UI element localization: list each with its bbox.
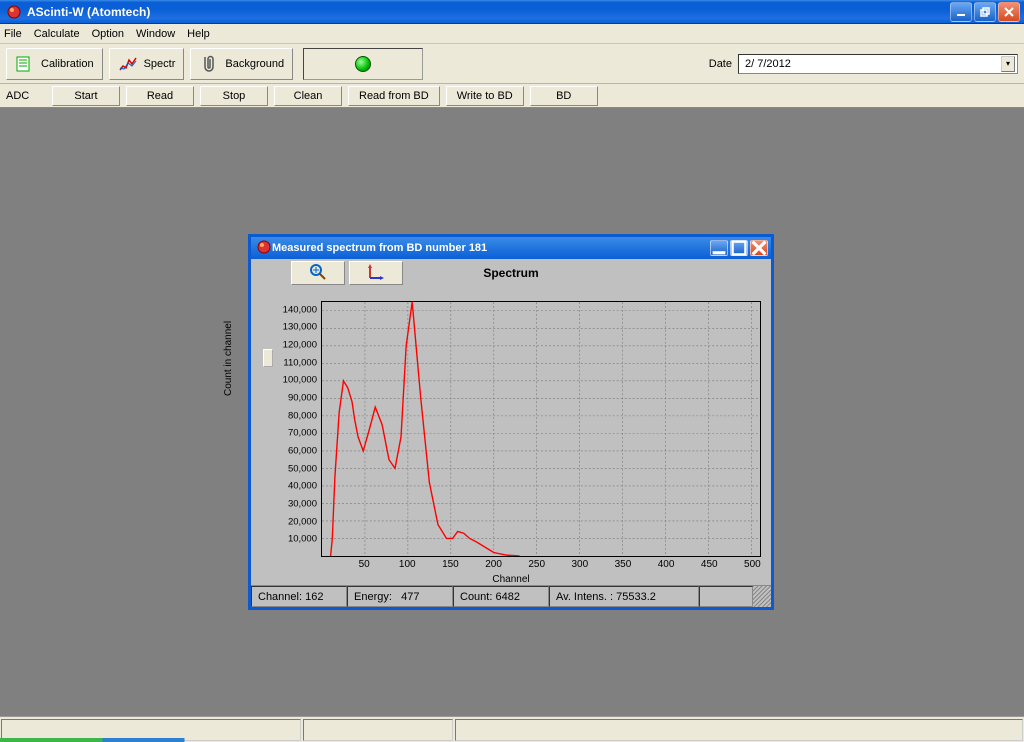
start-button[interactable]: Start (52, 86, 120, 106)
x-axis-label: Channel (251, 574, 771, 585)
menu-file[interactable]: File (4, 28, 22, 40)
taskbar-hint (0, 738, 1024, 742)
window-buttons (950, 2, 1020, 22)
read-from-bd-button[interactable]: Read from BD (348, 86, 440, 106)
spectr-label: Spectr (144, 58, 176, 70)
status-energy: Energy: 477 (347, 586, 453, 607)
led-icon (355, 56, 371, 72)
child-minimize-button[interactable] (710, 240, 728, 256)
spectrum-titlebar[interactable]: Measured spectrum from BD number 181 (251, 237, 771, 259)
y-ticks: 10,00020,00030,00040,00050,00060,00070,0… (271, 301, 319, 557)
calibration-button[interactable]: Calibration (6, 48, 103, 80)
date-picker[interactable]: 2/ 7/2012 ▾ (738, 54, 1018, 74)
calibration-icon (15, 54, 35, 74)
app-icon (6, 4, 22, 20)
menu-help[interactable]: Help (187, 28, 210, 40)
paperclip-icon (199, 54, 219, 74)
zoom-button[interactable] (291, 261, 345, 285)
calibration-label: Calibration (41, 58, 94, 70)
spectr-button[interactable]: Spectr (109, 48, 185, 80)
date-value: 2/ 7/2012 (745, 58, 791, 70)
clean-button[interactable]: Clean (274, 86, 342, 106)
stop-button[interactable]: Stop (200, 86, 268, 106)
minimize-button[interactable] (950, 2, 972, 22)
background-label: Background (225, 58, 284, 70)
main-titlebar: AScinti-W (Atomtech) (0, 0, 1024, 24)
menu-option[interactable]: Option (92, 28, 124, 40)
y-axis-label: Count in channel (223, 321, 234, 396)
size-grip[interactable] (753, 586, 771, 607)
x-ticks: 50100150200250300350400450500 (321, 559, 761, 573)
magnifier-icon (309, 263, 327, 284)
adc-toolbar: ADC Start Read Stop Clean Read from BD W… (0, 84, 1024, 108)
menu-bar: File Calculate Option Window Help (0, 24, 1024, 44)
bd-button[interactable]: BD (530, 86, 598, 106)
status-channel: Channel: 162 (251, 586, 347, 607)
dropdown-icon[interactable]: ▾ (1001, 56, 1015, 72)
app-title: AScinti-W (Atomtech) (27, 5, 150, 19)
status-empty (699, 586, 753, 607)
upper-toolbar: Calibration Spectr Background Date 2/ 7/… (0, 44, 1024, 84)
spectrum-toolbar: Spectrum (251, 259, 771, 287)
axes-icon (367, 263, 385, 284)
axes-button[interactable] (349, 261, 403, 285)
background-button[interactable]: Background (190, 48, 293, 80)
date-label: Date (709, 58, 732, 70)
plot-box[interactable] (321, 301, 761, 557)
chart-area: Count in channel 10,00020,00030,00040,00… (251, 287, 771, 585)
write-to-bd-button[interactable]: Write to BD (446, 86, 524, 106)
mdi-client-area: Measured spectrum from BD number 181 Spe… (0, 108, 1024, 716)
status-indicator (303, 48, 423, 80)
spectrum-title: Measured spectrum from BD number 181 (272, 242, 487, 254)
spectrum-window: Measured spectrum from BD number 181 Spe… (248, 234, 774, 610)
close-button[interactable] (998, 2, 1020, 22)
plot-title-inline: Spectrum (407, 266, 615, 280)
restore-button[interactable] (974, 2, 996, 22)
spectrum-window-icon (256, 239, 272, 258)
spectrum-status-bar: Channel: 162 Energy: 477 Count: 6482 Av.… (251, 585, 771, 607)
child-close-button[interactable] (750, 240, 768, 256)
status-intensity: Av. Intens. : 75533.2 (549, 586, 699, 607)
child-maximize-button[interactable] (730, 240, 748, 256)
menu-calculate[interactable]: Calculate (34, 28, 80, 40)
status-count: Count: 6482 (453, 586, 549, 607)
read-button[interactable]: Read (126, 86, 194, 106)
adc-label: ADC (6, 90, 46, 102)
menu-window[interactable]: Window (136, 28, 175, 40)
spectr-icon (118, 54, 138, 74)
